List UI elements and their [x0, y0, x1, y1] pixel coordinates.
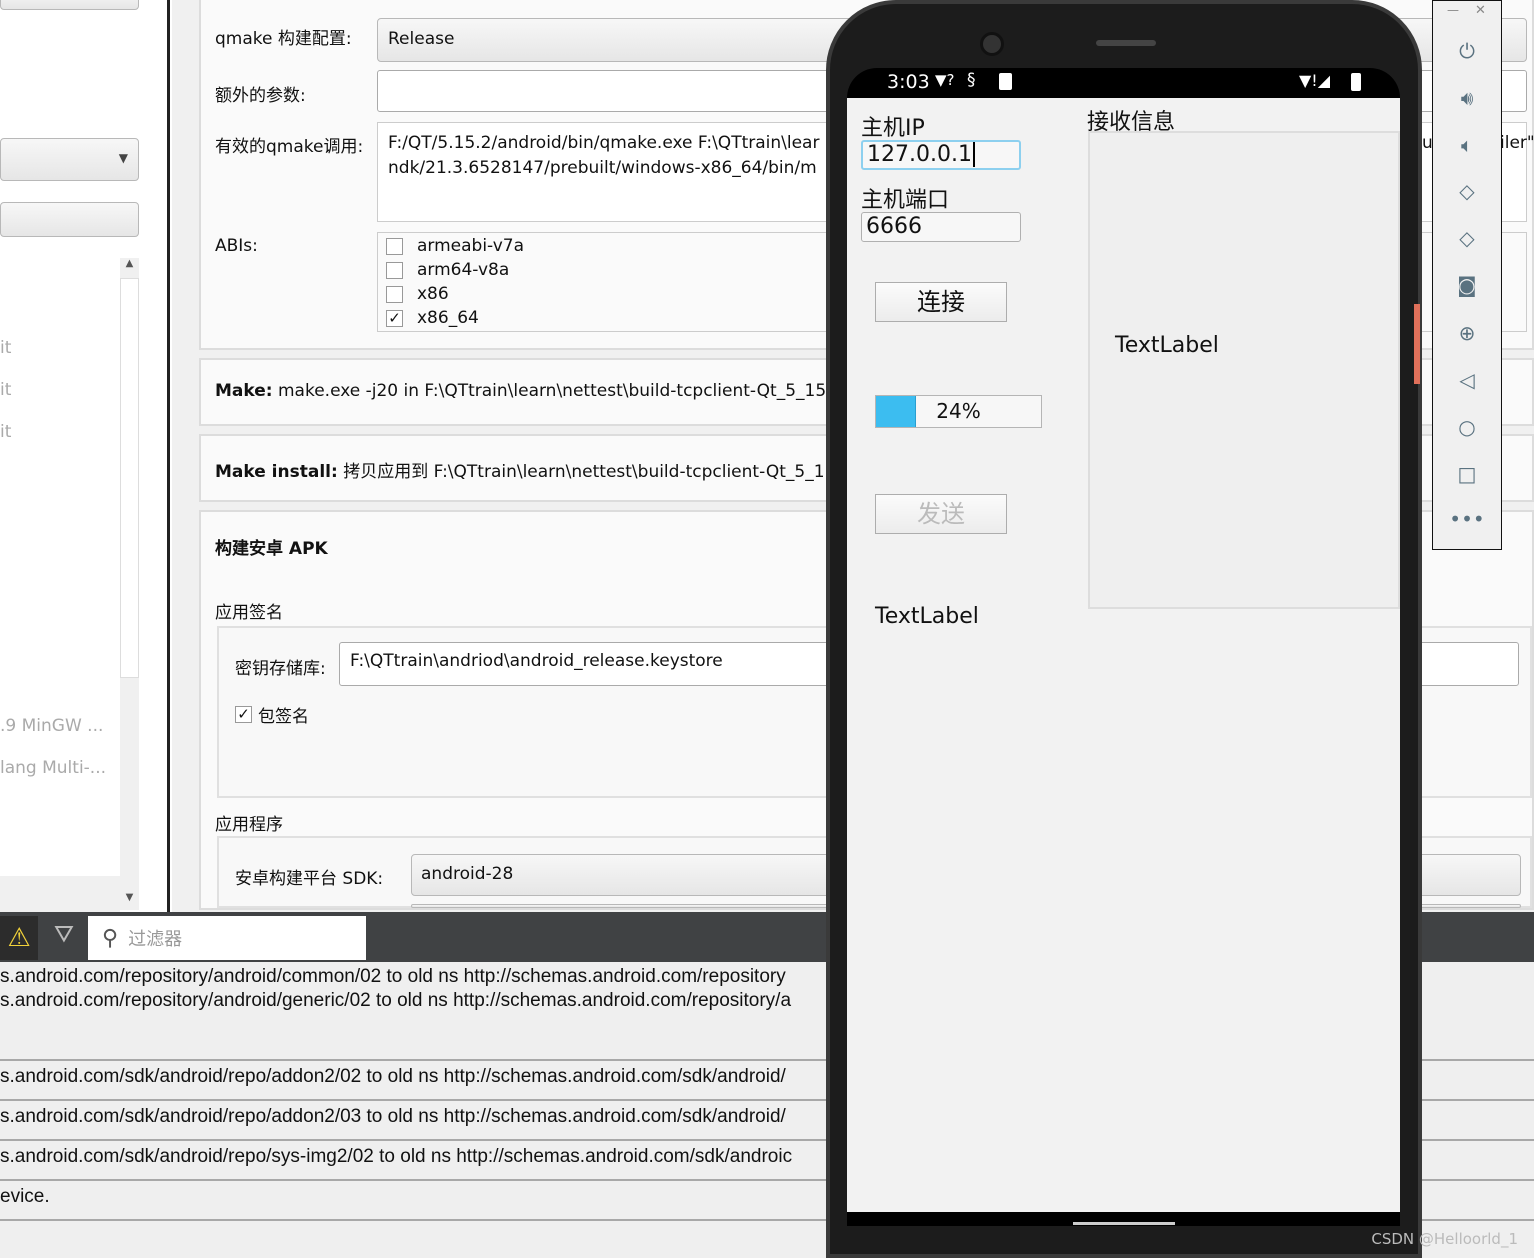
apk-title: 构建安卓 APK [215, 539, 328, 559]
more-icon[interactable]: ••• [1433, 507, 1501, 531]
extra-args-label: 额外的参数: [215, 86, 306, 106]
filter-icon[interactable]: ⛛ [46, 920, 82, 956]
abi-label: x86 [417, 284, 449, 304]
sd-card-icon [999, 73, 1012, 90]
keystore-label: 密钥存储库: [235, 659, 326, 679]
send-button[interactable]: 发送 [875, 494, 1007, 534]
log-line: s.android.com/sdk/android/repo/addon2/02… [0, 1066, 786, 1087]
power-button[interactable] [1414, 304, 1420, 384]
wifi-unknown-icon: ▼? [935, 71, 955, 89]
list-item[interactable]: it [0, 422, 11, 442]
checkbox[interactable] [386, 285, 403, 303]
kit-item[interactable]: .9 MinGW ... [0, 716, 103, 736]
close-icon[interactable]: ✕ [1475, 3, 1486, 18]
log-line: s.android.com/repository/android/common/… [0, 966, 786, 987]
list-footer [0, 876, 120, 912]
sign-package-checkbox[interactable]: ✓ 包签名 [235, 702, 309, 727]
nav-bar [847, 1212, 1400, 1226]
emulator-toolbar: — ✕ ⏻ 🔊︎ 🔈︎ ◇ ◇ ◙ ⊕ ◁ ○ □ ••• [1432, 0, 1502, 550]
make-value: make.exe -j20 in F:\QTtrain\learn\nettes… [277, 381, 827, 401]
warning-icon[interactable]: ⚠ [0, 916, 38, 960]
scroll-up-icon[interactable]: ▲ [120, 258, 139, 276]
progress-text: 24% [936, 399, 981, 423]
sign-package-label: 包签名 [258, 707, 309, 727]
scroll-thumb[interactable] [120, 278, 139, 678]
kit-item[interactable]: lang Multi-... [0, 758, 106, 778]
scrollbar[interactable]: ▲ ▼ [120, 258, 139, 910]
connect-button[interactable]: 连接 [875, 282, 1007, 322]
host-ip-label: 主机IP [861, 116, 925, 141]
make-label: Make: [215, 381, 273, 401]
host-ip-input[interactable]: 127.0.0.1 [861, 140, 1021, 170]
home-icon[interactable]: ○ [1433, 415, 1501, 439]
sdk-value: android-28 [421, 864, 514, 884]
filter-placeholder: 过滤器 [128, 929, 183, 950]
qmake-call-label: 有效的qmake调用: [215, 137, 364, 157]
filter-input[interactable]: ⚲ 过滤器 [88, 916, 366, 960]
overview-icon[interactable]: □ [1433, 462, 1501, 486]
list-item[interactable]: it [0, 338, 11, 358]
qmake-config-label: qmake 构建配置: [215, 29, 352, 49]
volume-up-icon[interactable]: 🔊︎ [1433, 86, 1501, 110]
volume-down-icon[interactable]: 🔈︎ [1433, 133, 1501, 157]
checkbox-checked[interactable]: ✓ [235, 706, 252, 723]
abi-label: arm64-v8a [417, 260, 510, 280]
host-ip-value: 127.0.0.1 [867, 142, 972, 167]
make-install-value: 拷贝应用到 F:\QTtrain\learn\nettest\build-tcp… [343, 462, 825, 482]
scroll-down-icon[interactable]: ▼ [120, 892, 139, 910]
gesture-bar[interactable] [1073, 1222, 1175, 1225]
rotate-left-icon[interactable]: ◇ [1433, 179, 1501, 203]
fragment-text: iler" [1500, 133, 1534, 153]
receive-text-label: TextLabel [1115, 333, 1219, 358]
sync-icon: § [967, 70, 976, 90]
camera-screenshot-icon[interactable]: ◙ [1433, 273, 1501, 297]
qmake-config-value: Release [388, 29, 455, 49]
status-bar: 3:03 ▼? § ▼!◢ [847, 68, 1400, 98]
left-panel: ▼ ▲ ▼ it it it .9 MinGW ... lang Multi-.… [0, 0, 170, 912]
abis-label: ABIs: [215, 236, 258, 256]
checkbox[interactable] [386, 261, 403, 279]
app-screen: 主机IP 127.0.0.1 主机端口 6666 连接 24% 发送 TextL… [847, 98, 1400, 1212]
watermark: CSDN @Helloorld_1 [1371, 1230, 1518, 1248]
rotate-right-icon[interactable]: ◇ [1433, 226, 1501, 250]
progress-bar: 24% [875, 395, 1042, 428]
receive-box[interactable]: TextLabel [1088, 131, 1400, 609]
search-icon: ⚲ [102, 925, 119, 951]
power-icon[interactable]: ⏻ [1433, 39, 1501, 63]
minimize-icon[interactable]: — [1447, 3, 1459, 17]
log-line: s.android.com/repository/android/generic… [0, 990, 792, 1011]
abi-label: armeabi-v7a [417, 236, 525, 256]
top-button[interactable] [0, 0, 139, 10]
log-line: s.android.com/sdk/android/repo/sys-img2/… [0, 1146, 793, 1167]
host-port-input[interactable]: 6666 [861, 212, 1021, 242]
log-line: s.android.com/sdk/android/repo/addon2/03… [0, 1106, 786, 1127]
sdk-label: 安卓构建平台 SDK: [235, 869, 384, 889]
log-line: evice. [0, 1186, 50, 1207]
status-text-label: TextLabel [875, 604, 979, 629]
host-port-label: 主机端口 [861, 188, 950, 213]
clock: 3:03 [887, 71, 930, 93]
list-item[interactable]: it [0, 380, 11, 400]
abi-label: x86_64 [417, 308, 479, 328]
back-icon[interactable]: ◁ [1433, 368, 1501, 392]
text-cursor [972, 142, 975, 167]
checkbox[interactable] [386, 237, 403, 255]
battery-icon [1351, 73, 1361, 91]
left-input[interactable] [0, 202, 139, 237]
zoom-icon[interactable]: ⊕ [1433, 321, 1501, 345]
camera-icon [980, 32, 1004, 56]
kit-dropdown[interactable]: ▼ [0, 138, 139, 181]
signing-label: 应用签名 [215, 603, 283, 623]
chevron-down-icon: ▼ [118, 151, 128, 165]
make-install-label: Make install: [215, 462, 338, 482]
application-label: 应用程序 [215, 815, 283, 835]
checkbox-checked[interactable]: ✓ [386, 309, 403, 327]
speaker-grille [1096, 40, 1156, 46]
wifi-icon: ▼!◢ [1299, 71, 1331, 90]
